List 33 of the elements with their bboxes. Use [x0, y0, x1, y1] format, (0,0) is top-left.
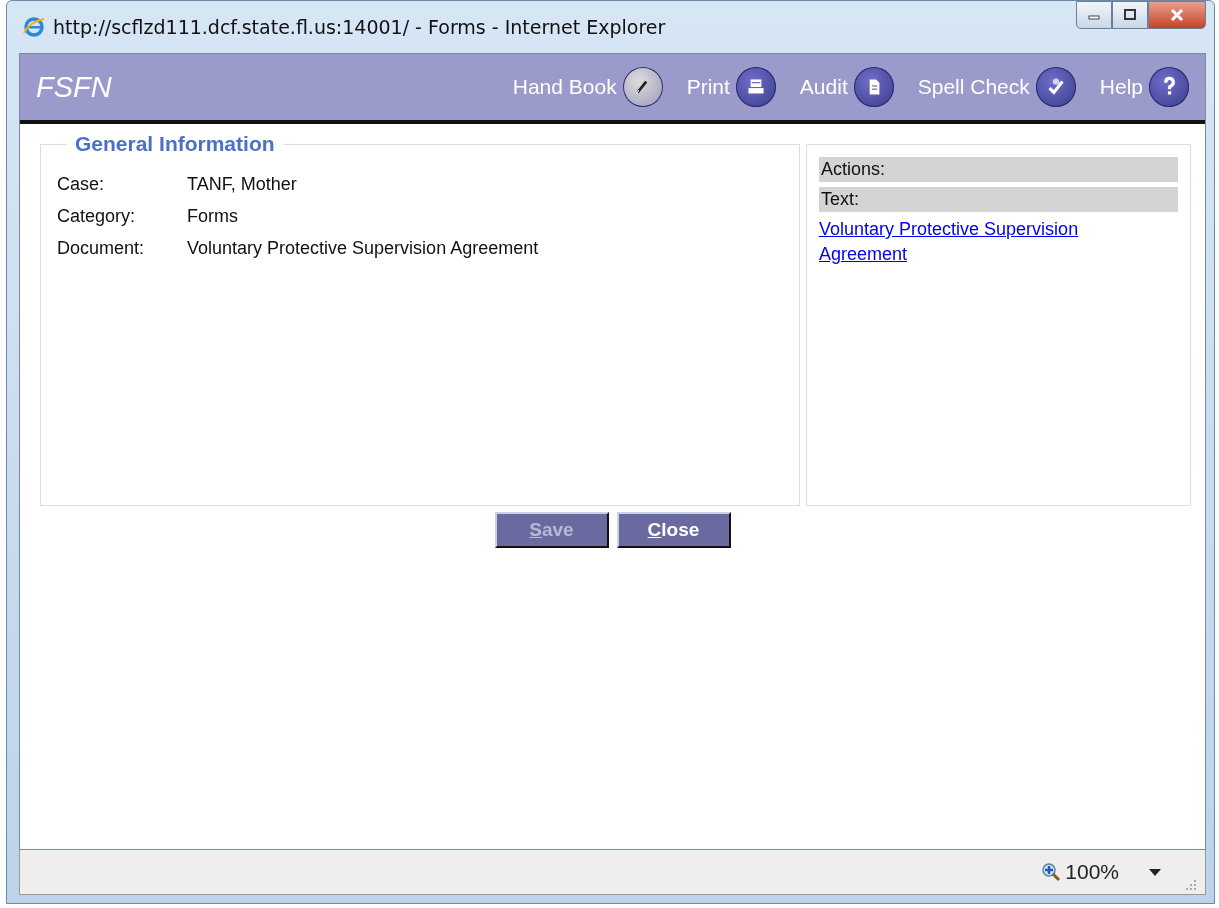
toolbar-link[interactable]: Audit	[799, 75, 848, 99]
toolbar-link[interactable]: Spell Check	[917, 75, 1030, 99]
field-label: Case:	[57, 174, 105, 195]
document-icon[interactable]	[853, 67, 894, 107]
spell-check-icon[interactable]	[1035, 67, 1076, 107]
close-icon	[1169, 8, 1185, 22]
app-logo: FSFN	[36, 70, 113, 104]
browser-logo-icon	[23, 16, 45, 38]
maximize-icon	[1123, 9, 1137, 21]
toolbar-link[interactable]: Help	[1099, 75, 1143, 99]
dropdown-arrow-icon[interactable]	[1149, 868, 1161, 876]
maximize-button[interactable]	[1112, 1, 1148, 29]
minimize-button[interactable]	[1076, 1, 1112, 29]
field-value: TANF, Mother	[187, 174, 297, 195]
help-icon[interactable]	[1149, 67, 1189, 107]
printer-icon[interactable]	[735, 67, 776, 107]
close-button[interactable]	[1148, 1, 1206, 29]
form-button[interactable]: Close	[616, 512, 731, 548]
toolbar-link[interactable]: Hand Book	[512, 75, 617, 99]
window-title: http://scflzd111.dcf.state.fl.us:14001/ - Forms - Internet Explorer	[53, 16, 667, 38]
resize-grip-icon	[1185, 879, 1197, 891]
panel-title: General Information	[75, 132, 275, 155]
toolbar-link[interactable]: Print	[686, 75, 730, 99]
section-header: Text:	[819, 187, 1178, 212]
section-header: Actions:	[819, 157, 1178, 182]
document-link[interactable]: Voluntary Protective Supervision Agreement	[819, 217, 1129, 267]
pen-icon[interactable]	[622, 67, 663, 107]
field-value: Forms	[187, 206, 238, 227]
field-value: Voluntary Protective Supervision Agreement	[187, 238, 539, 259]
zoom-icon[interactable]	[1041, 862, 1062, 882]
field-label: Document:	[57, 238, 145, 259]
field-label: Category:	[57, 206, 136, 227]
zoom-level[interactable]: 100%	[1065, 860, 1119, 884]
